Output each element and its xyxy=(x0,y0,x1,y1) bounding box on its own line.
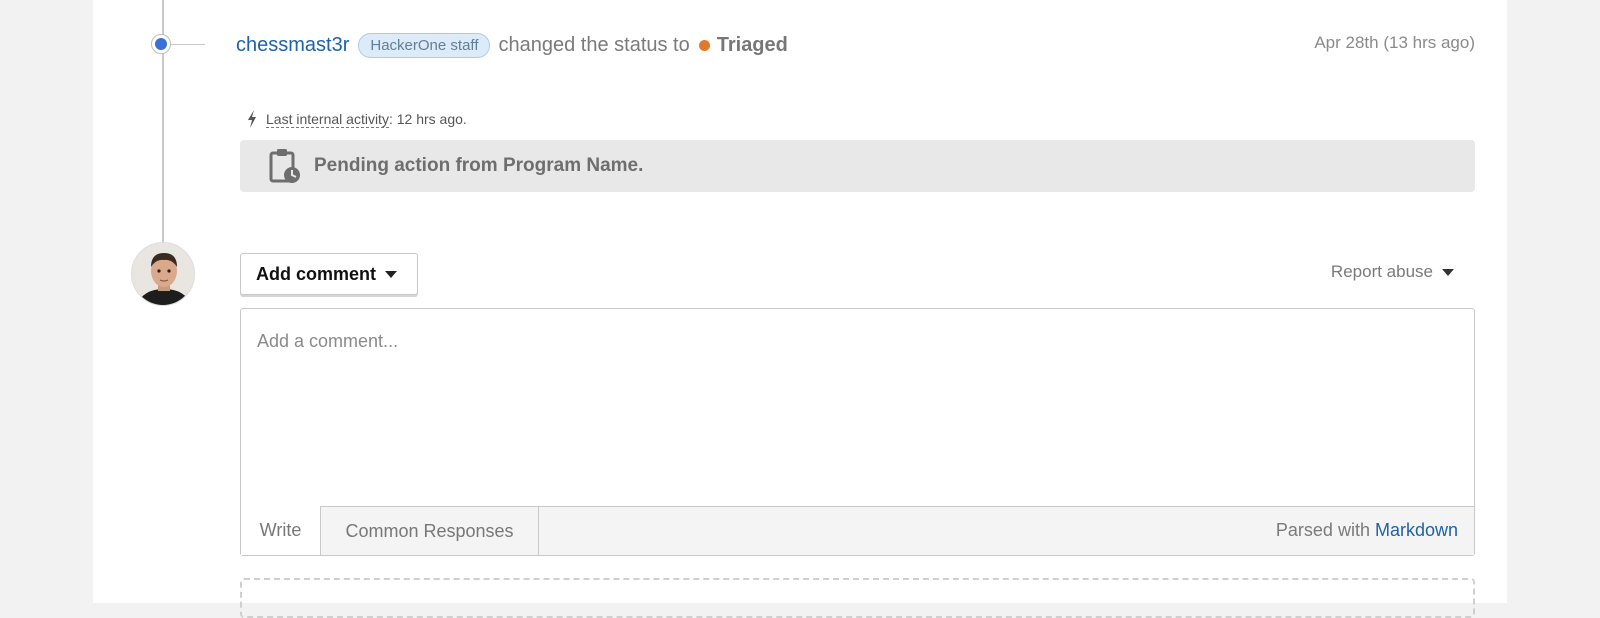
internal-activity: Last internal activity : 12 hrs ago. xyxy=(246,110,467,128)
status-label: Triaged xyxy=(716,33,788,56)
avatar-image xyxy=(132,243,194,305)
staff-badge: HackerOne staff xyxy=(358,32,491,58)
report-abuse-label: Report abuse xyxy=(1330,262,1433,281)
caret-down-icon xyxy=(1442,268,1454,276)
add-comment-button[interactable]: Add comment xyxy=(240,253,418,295)
avatar xyxy=(131,242,195,306)
markdown-link[interactable]: Markdown xyxy=(1375,520,1458,540)
parsed-with-markdown: Parsed with Markdown xyxy=(1276,520,1458,541)
event-timestamp[interactable]: Apr 28th (13 hrs ago) xyxy=(1314,33,1475,53)
status-change-event: chessmast3r HackerOne staff changed the … xyxy=(236,30,788,60)
editor-tabs-bar: Write Common Responses Parsed with Markd… xyxy=(241,506,1474,555)
caret-down-icon xyxy=(385,270,398,278)
add-comment-label: Add comment xyxy=(256,263,377,284)
pending-action-banner: Pending action from Program Name. xyxy=(240,140,1475,192)
tab-common-responses[interactable]: Common Responses xyxy=(321,507,539,555)
attachment-dropzone[interactable] xyxy=(240,578,1475,618)
pending-action-text: Pending action from Program Name. xyxy=(314,155,644,176)
internal-activity-value: : 12 hrs ago. xyxy=(388,111,467,127)
comment-editor: Write Common Responses Parsed with Markd… xyxy=(240,308,1475,556)
report-abuse-dropdown[interactable]: Report abuse xyxy=(1331,262,1454,282)
username-link[interactable]: chessmast3r xyxy=(236,34,349,57)
timeline-dot xyxy=(151,34,171,54)
comment-textarea[interactable] xyxy=(241,309,1474,507)
timeline-dot-fill xyxy=(155,38,167,50)
status-dot-icon xyxy=(698,39,710,51)
tab-write[interactable]: Write xyxy=(241,506,321,555)
parsed-with-label: Parsed with xyxy=(1275,520,1370,540)
timeline-connector xyxy=(171,44,205,45)
bolt-icon xyxy=(248,110,256,128)
clipboard-clock-icon xyxy=(269,149,300,183)
internal-activity-label[interactable]: Last internal activity xyxy=(266,111,389,128)
event-description: changed the status to xyxy=(498,33,690,56)
